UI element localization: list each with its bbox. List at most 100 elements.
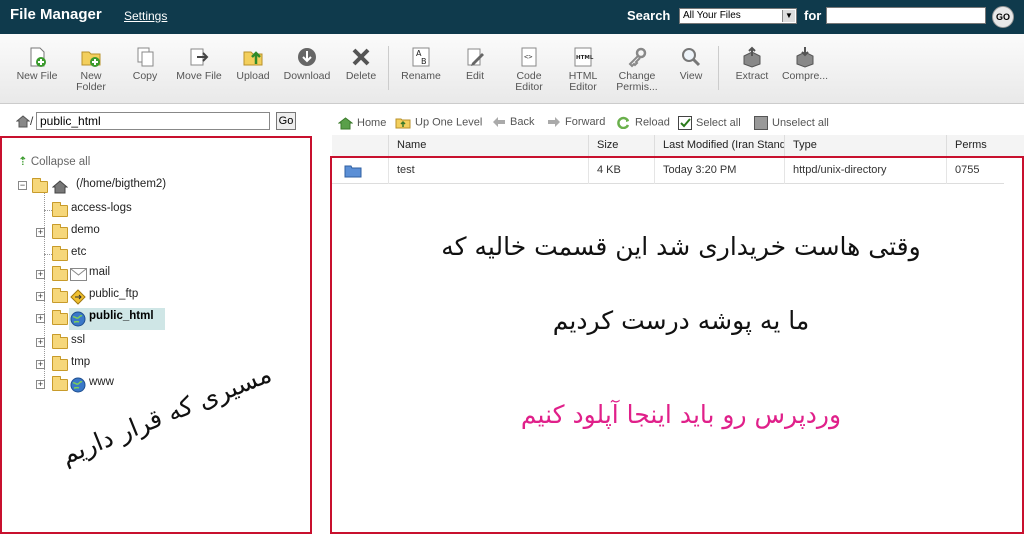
collapse-toggle-icon[interactable]: − <box>18 181 27 190</box>
row-name-cell[interactable]: test <box>388 158 588 184</box>
arrow-left-icon <box>493 117 505 128</box>
folder-icon <box>52 202 68 217</box>
home-icon[interactable] <box>16 114 30 128</box>
folder-icon <box>52 334 68 349</box>
expand-toggle-icon[interactable]: + <box>36 360 45 369</box>
chevron-down-icon: ▼ <box>782 10 795 22</box>
path-input[interactable]: public_html <box>36 112 270 130</box>
folder-icon <box>52 224 68 239</box>
home-icon <box>338 117 353 130</box>
move-file-button[interactable]: Move File <box>170 46 228 82</box>
column-modified-header[interactable]: Last Modified (Iran Stand <box>654 135 784 157</box>
delete-icon <box>352 48 370 66</box>
collapse-all-button[interactable]: ⇡ Collapse all <box>18 154 90 168</box>
rename-icon: AB <box>412 47 430 67</box>
view-button[interactable]: View <box>662 46 720 82</box>
nav-up-button[interactable]: Up One Level <box>395 116 482 129</box>
upload-icon <box>243 51 263 66</box>
home-icon <box>52 180 68 194</box>
new-folder-button[interactable]: New Folder <box>62 46 120 93</box>
html-editor-button[interactable]: HTML HTML Editor <box>554 46 612 93</box>
key-icon <box>628 47 647 68</box>
search-label: Search <box>627 8 671 23</box>
row-type-cell: httpd/unix-directory <box>784 158 946 184</box>
file-list-panel <box>330 156 1024 534</box>
svg-text:<>: <> <box>524 53 532 61</box>
folder-icon <box>52 288 68 303</box>
select-all-button[interactable]: Select all <box>678 116 741 130</box>
change-permissions-button[interactable]: Change Permis... <box>608 46 666 93</box>
tree-root[interactable]: − (/home/bigthem2) <box>18 178 278 196</box>
globe-icon <box>70 311 86 327</box>
html-editor-icon: HTML <box>574 47 594 67</box>
new-file-icon <box>30 47 46 67</box>
globe-icon <box>70 377 86 393</box>
folder-icon <box>52 310 68 325</box>
folder-tree-panel: ⇡ Collapse all − (/home/bigthem2) access… <box>0 136 312 534</box>
expand-toggle-icon[interactable]: + <box>36 380 45 389</box>
mail-icon <box>70 268 87 281</box>
expand-toggle-icon[interactable]: + <box>36 338 45 347</box>
checkbox-empty-icon <box>754 116 768 130</box>
settings-link[interactable]: Settings <box>124 9 167 23</box>
code-editor-icon: <> <box>521 47 537 67</box>
column-type-header[interactable]: Type <box>784 135 946 157</box>
edit-icon <box>467 48 484 66</box>
copy-icon <box>137 47 154 67</box>
table-row[interactable]: test 4 KB Today 3:20 PM httpd/unix-direc… <box>332 158 1004 184</box>
rename-button[interactable]: AB Rename <box>392 46 450 82</box>
file-list-header: Name Size Last Modified (Iran Stand Type… <box>332 135 1024 157</box>
search-input[interactable] <box>826 7 986 24</box>
navigation-bar: Home Up One Level Back Forward Reload Se… <box>332 112 1024 134</box>
delete-button[interactable]: Delete <box>332 46 390 82</box>
nav-reload-button[interactable]: Reload <box>617 116 670 129</box>
new-file-button[interactable]: New File <box>8 46 66 82</box>
edit-button[interactable]: Edit <box>446 46 504 82</box>
new-folder-icon <box>81 51 101 67</box>
folder-icon <box>52 246 68 261</box>
app-title: File Manager <box>10 6 102 23</box>
toolbar: New File New Folder Copy Move File Uploa… <box>0 34 1024 104</box>
code-editor-button[interactable]: <> Code Editor <box>500 46 558 93</box>
extract-button[interactable]: Extract <box>723 46 781 82</box>
nav-back-button[interactable]: Back <box>492 116 534 128</box>
row-icon-cell <box>332 158 388 184</box>
up-folder-icon <box>395 118 411 129</box>
download-button[interactable]: Download <box>278 46 336 82</box>
path-separator: / <box>30 114 34 128</box>
compress-button[interactable]: Compre... <box>776 46 834 82</box>
search-go-button[interactable]: GO <box>992 6 1014 28</box>
for-label: for <box>804 8 822 23</box>
nav-home-button[interactable]: Home <box>338 116 386 130</box>
checkbox-checked-icon <box>678 116 692 130</box>
toolbar-divider <box>718 46 719 90</box>
column-size-header[interactable]: Size <box>588 135 654 157</box>
column-perms-header[interactable]: Perms <box>946 135 1024 157</box>
search-scope-select[interactable]: All Your Files ▼ <box>679 8 797 24</box>
unselect-all-button[interactable]: Unselect all <box>754 116 829 130</box>
ftp-icon <box>70 289 86 305</box>
search-scope-value: All Your Files <box>683 10 741 21</box>
column-name-header[interactable]: Name <box>388 135 588 157</box>
tree-branch <box>44 210 52 211</box>
top-bar: File Manager Settings Search All Your Fi… <box>0 0 1024 34</box>
reload-icon <box>617 116 630 129</box>
expand-toggle-icon[interactable]: + <box>36 314 45 323</box>
expand-toggle-icon[interactable]: + <box>36 228 45 237</box>
annotation-line-1: وقتی هاست خریداری شد این قسمت خالیه که <box>441 232 921 261</box>
nav-forward-button[interactable]: Forward <box>547 116 605 128</box>
magnifier-icon <box>682 48 701 67</box>
folder-icon <box>52 356 68 371</box>
column-icon-header <box>332 135 388 157</box>
folder-open-icon <box>32 178 48 193</box>
path-bar: / public_html Go <box>0 108 330 134</box>
download-icon <box>298 48 316 66</box>
path-go-button[interactable]: Go <box>276 112 296 130</box>
expand-toggle-icon[interactable]: + <box>36 270 45 279</box>
row-modified-cell: Today 3:20 PM <box>654 158 784 184</box>
move-file-icon <box>190 48 209 66</box>
upload-button[interactable]: Upload <box>224 46 282 82</box>
copy-button[interactable]: Copy <box>116 46 174 82</box>
expand-toggle-icon[interactable]: + <box>36 292 45 301</box>
svg-text:B: B <box>421 57 427 66</box>
